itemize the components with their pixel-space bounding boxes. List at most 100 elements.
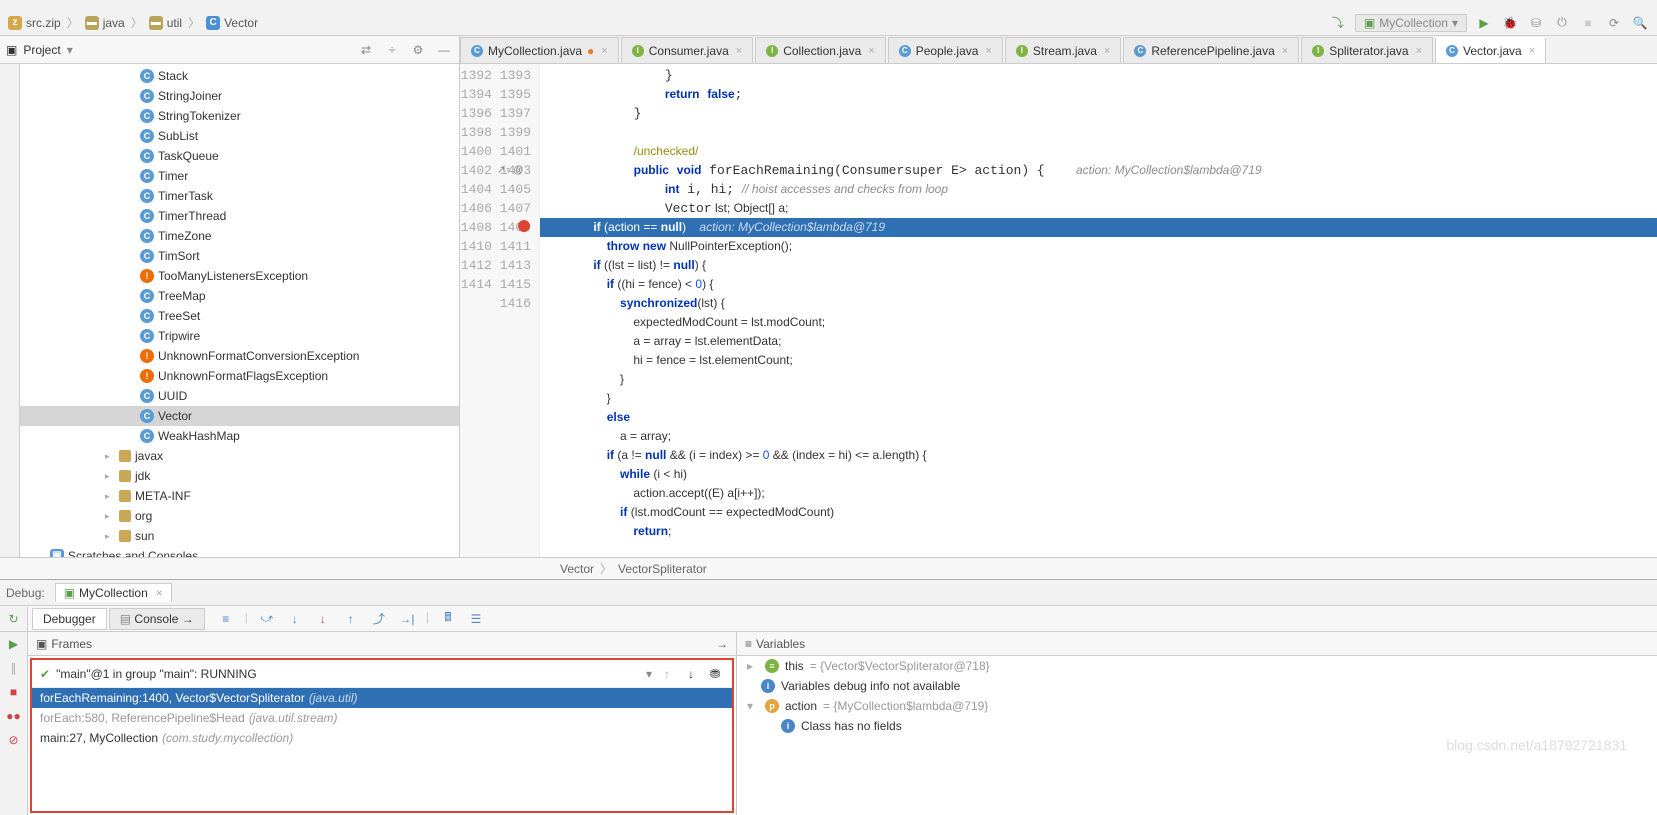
update-button[interactable]: ⟳ bbox=[1605, 14, 1623, 32]
tree-item[interactable]: CUUID bbox=[20, 386, 459, 406]
tree-item[interactable]: CTimSort bbox=[20, 246, 459, 266]
frame-row[interactable]: forEachRemaining:1400, Vector$VectorSpli… bbox=[32, 688, 732, 708]
console-tab[interactable]: ▤ Console → bbox=[109, 608, 205, 630]
tree-item[interactable]: CVector bbox=[20, 406, 459, 426]
scratches[interactable]: ▣Scratches and Consoles bbox=[20, 546, 459, 557]
frame-row[interactable]: forEach:580, ReferencePipeline$Head (jav… bbox=[32, 708, 732, 728]
debug-session-tab[interactable]: ▣MyCollection× bbox=[55, 583, 172, 602]
tree-item[interactable]: CWeakHashMap bbox=[20, 426, 459, 446]
tree-item[interactable]: CTreeSet bbox=[20, 306, 459, 326]
tree-package[interactable]: ▸org bbox=[20, 506, 459, 526]
tree-item[interactable]: !UnknownFormatFlagsException bbox=[20, 366, 459, 386]
close-icon[interactable]: × bbox=[868, 45, 874, 57]
prev-frame-button[interactable]: ↑ bbox=[658, 665, 676, 683]
run-to-cursor-button[interactable]: →| bbox=[398, 610, 416, 628]
bc-class[interactable]: CVector bbox=[206, 16, 258, 30]
next-frame-button[interactable]: ↓ bbox=[682, 665, 700, 683]
hide-button[interactable]: — bbox=[435, 41, 453, 59]
bc-root[interactable]: zsrc.zip bbox=[8, 16, 61, 30]
tree-item[interactable]: !TooManyListenersException bbox=[20, 266, 459, 286]
crumb-1[interactable]: Vector bbox=[560, 562, 594, 576]
frame-list[interactable]: forEachRemaining:1400, Vector$VectorSpli… bbox=[32, 688, 732, 748]
chevron-icon[interactable]: ▸ bbox=[747, 659, 759, 673]
close-icon[interactable]: × bbox=[601, 45, 607, 57]
trace-button[interactable]: ☰ bbox=[467, 610, 485, 628]
close-icon[interactable]: × bbox=[985, 45, 991, 57]
tree-package[interactable]: ▸jdk bbox=[20, 466, 459, 486]
tree-label: META-INF bbox=[135, 489, 191, 503]
tree-package[interactable]: ▸javax bbox=[20, 446, 459, 466]
tree-item[interactable]: CTripwire bbox=[20, 326, 459, 346]
close-icon[interactable]: × bbox=[1104, 45, 1110, 57]
tree-item[interactable]: CStringJoiner bbox=[20, 86, 459, 106]
profile-button[interactable]: ⏻ bbox=[1553, 14, 1571, 32]
bc-pkg2[interactable]: ▬util bbox=[149, 16, 182, 30]
evaluate-button[interactable]: 🖩 bbox=[439, 610, 457, 628]
breakpoints-button[interactable]: ●● bbox=[0, 704, 27, 728]
tree-item[interactable]: CTimeZone bbox=[20, 226, 459, 246]
variable-row[interactable]: iClass has no fields bbox=[737, 716, 1657, 736]
resume-button[interactable]: ▶ bbox=[0, 632, 27, 656]
editor-tab[interactable]: IConsumer.java× bbox=[621, 37, 753, 63]
coverage-button[interactable]: ⛁ bbox=[1527, 14, 1545, 32]
editor-tab[interactable]: CVector.java× bbox=[1435, 37, 1546, 63]
editor-tab[interactable]: ICollection.java× bbox=[755, 37, 885, 63]
stop-button[interactable]: ■ bbox=[1579, 14, 1597, 32]
dropdown-icon[interactable]: ▾ bbox=[646, 667, 652, 681]
run-config-selector[interactable]: ▣MyCollection▾ bbox=[1355, 14, 1467, 32]
crumb-2[interactable]: VectorSpliterator bbox=[618, 562, 707, 576]
debugger-tab[interactable]: Debugger bbox=[32, 608, 107, 630]
close-icon[interactable]: × bbox=[1529, 45, 1535, 57]
rerun-button[interactable]: ↻ bbox=[0, 607, 27, 631]
thread-selector[interactable]: "main"@1 in group "main": RUNNING bbox=[56, 667, 640, 681]
variable-row[interactable]: ▸≡this = {Vector$VectorSpliterator@718} bbox=[737, 656, 1657, 676]
tree-item[interactable]: CTimerThread bbox=[20, 206, 459, 226]
close-icon[interactable]: × bbox=[736, 45, 742, 57]
mute-bp-button[interactable]: ⊘ bbox=[0, 728, 27, 752]
project-tree[interactable]: CStackCStringJoinerCStringTokenizerCSubL… bbox=[20, 64, 459, 557]
filter-button[interactable]: ⛃ bbox=[706, 665, 724, 683]
tree-item[interactable]: !UnknownFormatConversionException bbox=[20, 346, 459, 366]
force-step-into-button[interactable]: ↓ bbox=[314, 610, 332, 628]
tree-package[interactable]: ▸sun bbox=[20, 526, 459, 546]
variable-row[interactable]: ▾paction = {MyCollection$lambda@719} bbox=[737, 696, 1657, 716]
code-area[interactable]: } return false; } /unchecked/ public voi… bbox=[540, 64, 1657, 557]
tree-item[interactable]: CTimerTask bbox=[20, 186, 459, 206]
editor-tab[interactable]: CPeople.java× bbox=[888, 37, 1003, 63]
restore-layout-icon[interactable]: → bbox=[716, 637, 728, 651]
stop-button[interactable]: ■ bbox=[0, 680, 27, 704]
pause-button[interactable]: ∥ bbox=[0, 656, 27, 680]
variable-row[interactable]: iVariables debug info not available bbox=[737, 676, 1657, 696]
gear-icon[interactable]: ⚙ bbox=[409, 41, 427, 59]
scroll-to-source-button[interactable]: ⇄ bbox=[357, 41, 375, 59]
search-button[interactable]: 🔍 bbox=[1631, 14, 1649, 32]
dropdown-icon[interactable]: ▾ bbox=[67, 43, 73, 57]
run-button[interactable]: ▶ bbox=[1475, 14, 1493, 32]
step-into-button[interactable]: ↓ bbox=[286, 610, 304, 628]
tree-item[interactable]: CStringTokenizer bbox=[20, 106, 459, 126]
step-out-button[interactable]: ↑ bbox=[342, 610, 360, 628]
tree-package[interactable]: ▸META-INF bbox=[20, 486, 459, 506]
editor-tab[interactable]: CMyCollection.java●× bbox=[460, 37, 619, 63]
bc-pkg1[interactable]: ▬java bbox=[85, 16, 125, 30]
variables-list[interactable]: ▸≡this = {Vector$VectorSpliterator@718}i… bbox=[737, 656, 1657, 736]
close-icon[interactable]: × bbox=[1282, 45, 1288, 57]
step-over-button[interactable]: ⤻ bbox=[258, 610, 276, 628]
show-exec-button[interactable]: ≡ bbox=[217, 610, 235, 628]
editor-tab[interactable]: ISpliterator.java× bbox=[1301, 37, 1433, 63]
chevron-icon[interactable]: ▾ bbox=[747, 699, 759, 713]
editor-tab[interactable]: CReferencePipeline.java× bbox=[1123, 37, 1299, 63]
breakpoint-icon[interactable] bbox=[518, 220, 530, 232]
editor-tab[interactable]: IStream.java× bbox=[1005, 37, 1121, 63]
tree-item[interactable]: CTimer bbox=[20, 166, 459, 186]
build-button[interactable]: ⤵ bbox=[1329, 14, 1347, 32]
tree-item[interactable]: CStack bbox=[20, 66, 459, 86]
close-icon[interactable]: × bbox=[1416, 45, 1422, 57]
frame-row[interactable]: main:27, MyCollection (com.study.mycolle… bbox=[32, 728, 732, 748]
tree-item[interactable]: CSubList bbox=[20, 126, 459, 146]
collapse-button[interactable]: ÷ bbox=[383, 41, 401, 59]
debug-button[interactable]: 🐞 bbox=[1501, 14, 1519, 32]
tree-item[interactable]: CTaskQueue bbox=[20, 146, 459, 166]
drop-frame-button[interactable]: ⤴ bbox=[370, 610, 388, 628]
tree-item[interactable]: CTreeMap bbox=[20, 286, 459, 306]
